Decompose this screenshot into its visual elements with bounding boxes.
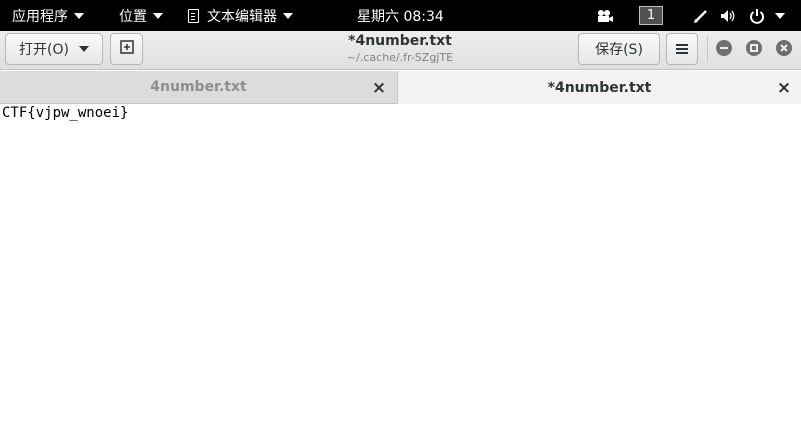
header-separator <box>707 36 708 62</box>
open-label: 打开(O) <box>19 42 69 58</box>
dropdown-arrow-icon <box>78 46 89 52</box>
dropdown-arrow-icon <box>153 12 163 19</box>
tab-label: *4number.txt <box>547 79 652 96</box>
dropdown-arrow-icon <box>74 12 84 19</box>
tab-4number[interactable]: 4number.txt <box>0 71 398 104</box>
minimize-button[interactable] <box>716 40 732 56</box>
document-path: ~/.cache/.fr-SZgjTE <box>346 51 454 64</box>
volume-icon[interactable] <box>718 0 740 31</box>
clock[interactable]: 星期六 08:34 <box>357 0 444 31</box>
top-panel: 应用程序 位置 文本编辑器 星期六 08:34 1 <box>0 0 801 31</box>
tab-close-button[interactable]: × <box>774 71 794 104</box>
new-document-icon <box>119 40 134 58</box>
app-menu[interactable]: 文本编辑器 <box>188 0 293 31</box>
workspace-number: 1 <box>639 6 663 25</box>
new-document-button[interactable] <box>110 33 143 65</box>
applications-menu[interactable]: 应用程序 <box>12 0 84 31</box>
power-icon[interactable] <box>746 0 768 31</box>
open-button[interactable]: 打开(O) <box>5 33 103 65</box>
document-title: *4number.txt <box>348 33 452 49</box>
save-button[interactable]: 保存(S) <box>578 33 660 65</box>
hamburger-menu-icon <box>676 48 688 50</box>
minimize-icon <box>720 47 728 49</box>
close-window-button[interactable] <box>776 40 792 56</box>
close-icon: × <box>371 77 387 98</box>
tab-4number-modified[interactable]: *4number.txt <box>398 71 801 104</box>
tab-label: 4number.txt <box>150 79 247 95</box>
places-label: 位置 <box>119 8 147 25</box>
text-editor-area[interactable]: CTF{vjpw_wnoei} <box>0 104 801 421</box>
pen-icon[interactable] <box>690 0 712 31</box>
save-label: 保存(S) <box>595 42 643 58</box>
maximize-button[interactable] <box>746 40 762 56</box>
tab-close-button[interactable]: × <box>369 71 389 104</box>
dropdown-arrow-icon <box>283 12 293 19</box>
camera-icon[interactable] <box>594 0 616 31</box>
close-icon: × <box>776 77 792 98</box>
places-menu[interactable]: 位置 <box>119 0 163 31</box>
system-menu-arrow-icon[interactable] <box>772 0 788 31</box>
close-icon <box>780 44 788 52</box>
window-title-block: *4number.txt ~/.cache/.fr-SZgjTE <box>250 33 550 65</box>
workspace-indicator[interactable]: 1 <box>638 0 664 31</box>
menu-button[interactable] <box>666 33 698 65</box>
maximize-icon <box>750 44 758 52</box>
applications-label: 应用程序 <box>12 8 68 25</box>
text-editor-icon <box>188 8 199 23</box>
editor-line[interactable]: CTF{vjpw_wnoei} <box>2 105 128 122</box>
app-menu-label: 文本编辑器 <box>207 8 277 25</box>
